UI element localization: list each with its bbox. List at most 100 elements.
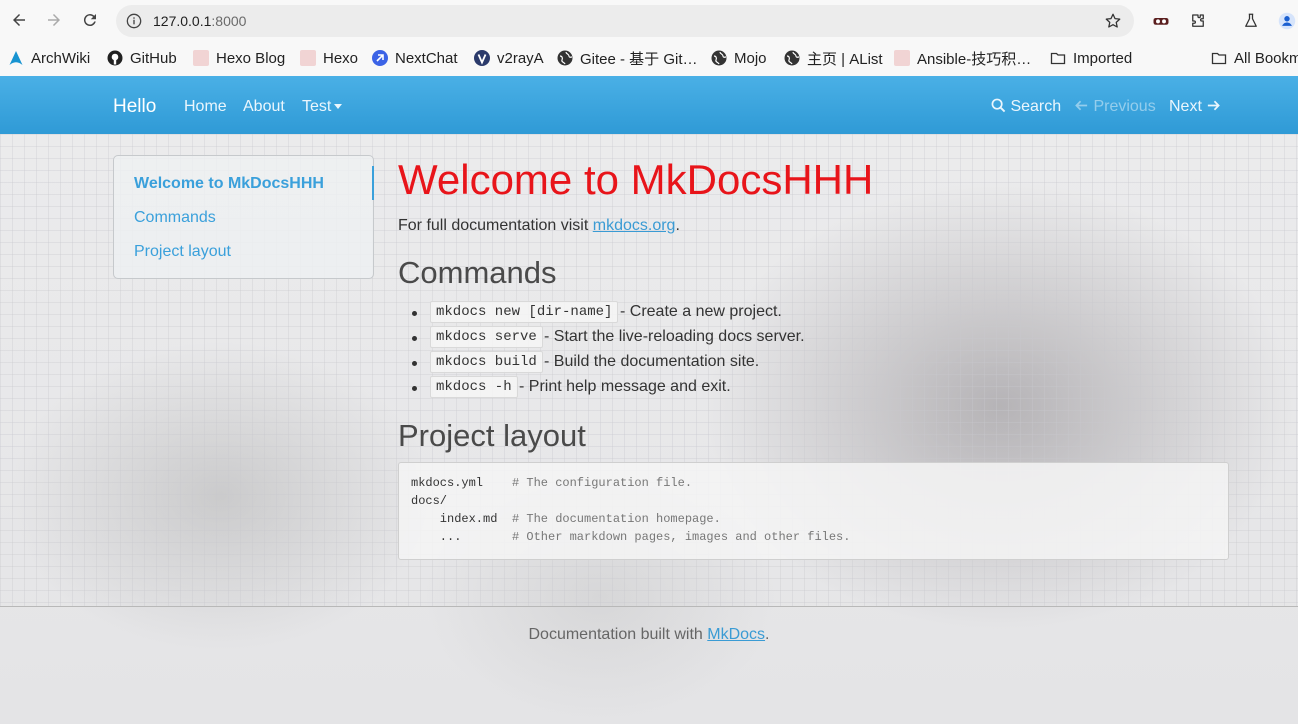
- search-link[interactable]: Search: [991, 98, 1061, 116]
- nav-test-label: Test: [302, 98, 332, 115]
- bookmark-hexo[interactable]: Hexo: [300, 48, 358, 68]
- site-brand[interactable]: Hello: [113, 96, 156, 118]
- bookmark-label: GitHub: [130, 49, 177, 67]
- code-comment: # The documentation homepage.: [512, 512, 721, 526]
- code-line: docs/: [411, 494, 448, 508]
- footer-divider: [0, 606, 1298, 607]
- glasses-icon: [1153, 18, 1169, 25]
- url-host: 127.0.0.1: [153, 13, 212, 29]
- extensions-button[interactable]: [1187, 10, 1209, 32]
- profile-icon: [1278, 12, 1296, 30]
- bookmark-label: Hexo: [323, 49, 359, 67]
- profile-button[interactable]: [1276, 10, 1298, 32]
- nextchat-icon: [372, 50, 388, 66]
- search-icon: [991, 98, 1006, 113]
- next-link[interactable]: Next: [1169, 98, 1221, 116]
- mkdocs-link[interactable]: MkDocs: [707, 626, 765, 643]
- labs-button[interactable]: [1240, 10, 1262, 32]
- command-code: mkdocs serve: [430, 326, 543, 348]
- bookmark-label: 主页 | AList: [807, 50, 883, 68]
- caret-down-icon: [334, 104, 343, 110]
- reload-button[interactable]: [79, 9, 101, 31]
- mkdocs-org-link[interactable]: mkdocs.org: [593, 217, 676, 234]
- bookmark-archwiki[interactable]: ArchWiki: [8, 48, 90, 68]
- code-comment: # Other markdown pages, images and other…: [512, 530, 851, 544]
- hexo-icon: [193, 50, 209, 66]
- folder-icon: [1211, 50, 1227, 66]
- bookmark-ansible[interactable]: Ansible-技巧积…: [894, 48, 1031, 68]
- bookmark-label: Imported: [1073, 49, 1133, 67]
- bookmark-label: Ansible-技巧积…: [917, 50, 1032, 68]
- active-indicator: [372, 166, 374, 200]
- bookmark-label: Gitee - 基于 Git…: [580, 50, 698, 68]
- reload-icon: [83, 14, 96, 27]
- bookmark-folder-imported[interactable]: Imported: [1050, 48, 1132, 68]
- page-title: Welcome to MkDocsHHH: [398, 156, 874, 203]
- bookmark-gitee[interactable]: Gitee - 基于 Git…: [557, 48, 698, 68]
- bookmark-alist[interactable]: 主页 | AList: [784, 48, 883, 68]
- toc-item-project-layout[interactable]: Project layout: [134, 243, 231, 261]
- bullet: [412, 386, 417, 391]
- commands-heading: Commands: [398, 255, 557, 290]
- bookmark-label: ArchWiki: [31, 49, 91, 67]
- flask-icon: [1245, 13, 1257, 27]
- toc-item-commands[interactable]: Commands: [134, 209, 216, 227]
- code-line: ...: [411, 530, 462, 544]
- intro-paragraph: For full documentation visit mkdocs.org.: [398, 217, 680, 235]
- bookmark-nextchat[interactable]: NextChat: [372, 48, 458, 68]
- nav-test-dropdown[interactable]: Test: [302, 98, 343, 116]
- folder-icon: [1050, 50, 1066, 66]
- site-info-icon[interactable]: [124, 11, 144, 31]
- nav-about[interactable]: About: [243, 98, 285, 116]
- url-text[interactable]: 127.0.0.1:8000: [153, 13, 246, 29]
- next-label: Next: [1169, 98, 1202, 115]
- bookmark-star-icon[interactable]: [1104, 12, 1122, 30]
- back-button[interactable]: [8, 9, 30, 31]
- globe-icon: [557, 50, 573, 66]
- archlinux-icon: [8, 50, 24, 66]
- project-layout-heading: Project layout: [398, 418, 586, 453]
- project-layout-codeblock: mkdocs.yml # The configuration file. doc…: [398, 462, 1229, 560]
- bookmark-folder-all[interactable]: All Bookmarks: [1211, 48, 1298, 68]
- globe-icon: [711, 50, 727, 66]
- arrow-left-icon: [1075, 100, 1088, 111]
- code-comment: # The configuration file.: [512, 476, 693, 490]
- bookmark-mojo[interactable]: Mojo: [711, 48, 767, 68]
- github-icon: [107, 50, 123, 66]
- page-viewport: Hello Home About Test Search Previous Ne…: [0, 76, 1298, 724]
- arrow-right-icon: [1208, 100, 1221, 111]
- command-code: mkdocs build: [430, 351, 543, 373]
- previous-link[interactable]: Previous: [1074, 98, 1156, 116]
- toc-sidebar: Welcome to MkDocsHHH Commands Project la…: [113, 155, 374, 279]
- arrow-right-icon: [48, 14, 60, 26]
- browser-toolbar: 127.0.0.1:8000: [0, 0, 1298, 42]
- command-desc: - Build the documentation site.: [544, 353, 760, 370]
- globe-icon: [784, 50, 800, 66]
- forward-button[interactable]: [43, 9, 65, 31]
- url-port: :8000: [211, 13, 247, 29]
- browser-chrome: 127.0.0.1:8000 ArchWiki GitHub Hexo Blog: [0, 0, 1298, 76]
- command-desc: - Start the live-reloading docs server.: [544, 328, 805, 345]
- puzzle-icon: [1192, 14, 1204, 27]
- command-desc: - Print help message and exit.: [519, 378, 731, 395]
- bookmark-github[interactable]: GitHub: [107, 48, 177, 68]
- bookmark-hexo-blog[interactable]: Hexo Blog: [193, 48, 285, 68]
- command-code: mkdocs -h: [430, 376, 518, 398]
- bullet: [412, 361, 417, 366]
- footer-suffix: .: [765, 626, 770, 643]
- command-desc: - Create a new project.: [620, 303, 782, 320]
- bookmarks-bar: ArchWiki GitHub Hexo Blog Hexo NextChat …: [0, 42, 1298, 74]
- bullet: [412, 336, 417, 341]
- site-footer: Documentation built with MkDocs.: [0, 626, 1298, 644]
- extension-glasses-button[interactable]: [1150, 10, 1172, 32]
- intro-suffix: .: [675, 217, 680, 234]
- arrow-left-icon: [13, 14, 25, 26]
- code-line: index.md: [411, 512, 498, 526]
- toc-item-welcome[interactable]: Welcome to MkDocsHHH: [134, 175, 324, 193]
- nav-home[interactable]: Home: [184, 98, 227, 116]
- v2raya-icon: [474, 50, 490, 66]
- search-label: Search: [1010, 98, 1062, 115]
- address-bar[interactable]: 127.0.0.1:8000: [116, 5, 1134, 37]
- hexo-icon: [894, 50, 910, 66]
- bookmark-v2raya[interactable]: v2rayA: [474, 48, 544, 68]
